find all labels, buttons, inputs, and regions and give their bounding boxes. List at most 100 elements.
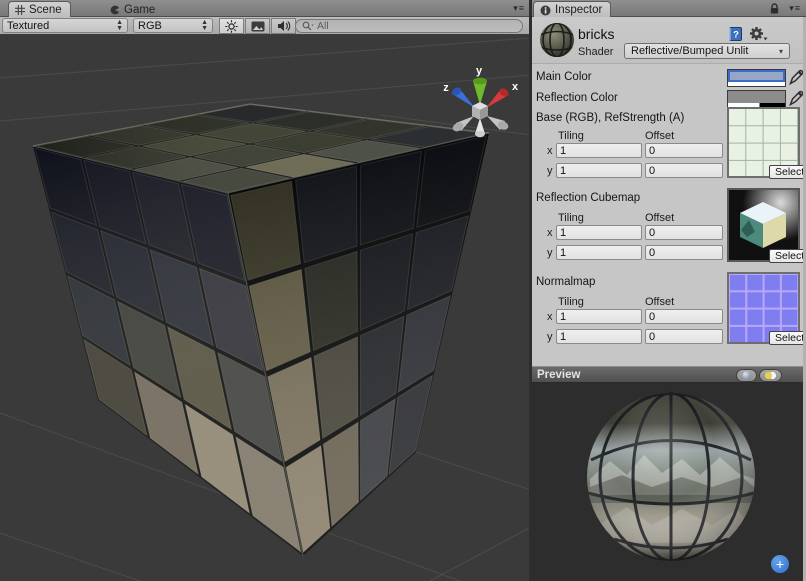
offset-header: Offset [645,296,674,308]
base-tiling-x-input[interactable] [556,143,642,158]
scene-tabstrip: Scene Game ▾≡ [0,0,531,17]
search-placeholder: All [317,20,329,32]
scene-search-field[interactable]: All [295,19,523,33]
info-icon [540,5,551,16]
scene-lighting-toggle[interactable] [219,18,244,34]
scene-panel-menu-icon[interactable]: ▾≡ [509,4,525,13]
main-color-swatch[interactable] [727,69,786,87]
base-section-title: Base (RGB), RefStrength (A) [536,112,684,124]
tiling-header: Tiling [558,212,584,224]
inspector-panel: Inspector ▾≡ [532,0,806,581]
lighting-icon [764,371,777,380]
tab-game[interactable]: Game [104,1,163,17]
eyedropper-icon[interactable] [789,90,804,106]
dropdown-arrows-icon: ▲▼ [201,20,208,32]
gizmo-z-axis[interactable] [450,86,475,108]
y-row-label: y [547,165,553,177]
cubemap-offset-x-input[interactable] [645,225,723,240]
normalmap-offset-y-input[interactable] [645,329,723,344]
scene-skybox-toggle[interactable] [245,18,270,34]
scene-gizmo[interactable]: y z x [430,50,530,145]
x-row-label: x [547,227,553,239]
base-tiling-y-input[interactable] [556,163,642,178]
main-color-fill [728,70,785,82]
shader-value: Reflective/Bumped Unlit [631,45,748,57]
lock-icon[interactable] [769,3,780,15]
gear-icon[interactable] [749,26,768,42]
speaker-icon [277,20,291,32]
gizmo-center-cube[interactable] [472,102,488,120]
eyedropper-icon[interactable] [789,69,804,85]
draw-mode-value: Textured [7,20,49,32]
shader-dropdown[interactable]: Reflective/Bumped Unlit ▾ [624,43,790,59]
normalmap-section-title: Normalmap [536,276,595,288]
tab-inspector[interactable]: Inspector [533,1,611,17]
reflection-color-swatch[interactable] [727,90,786,108]
offset-header: Offset [645,212,674,224]
cubemap-tiling-y-input[interactable] [556,245,642,260]
tiling-header: Tiling [558,130,584,142]
preview-header[interactable]: Preview [532,366,806,383]
scene-toolbar: Textured ▲▼ RGB ▲▼ [0,17,531,35]
sphere-icon [742,371,751,380]
offset-header: Offset [645,130,674,142]
game-icon [110,5,120,15]
preview-title: Preview [537,369,580,381]
image-icon [251,21,265,32]
tab-inspector-label: Inspector [555,4,602,16]
scene-viewport[interactable]: y z x [0,35,531,581]
y-row-label: y [547,331,553,343]
material-ball-thumbnail [539,22,575,58]
grid-icon [15,5,25,15]
shader-label: Shader [578,46,613,58]
help-icon[interactable]: ? [728,26,743,42]
render-channel-dropdown[interactable]: RGB ▲▼ [133,18,213,33]
gizmo-y-label: y [476,65,483,77]
inspector-tabstrip: Inspector ▾≡ [532,0,806,17]
gizmo-x-label: x [512,81,519,93]
sun-icon [225,20,238,33]
render-channel-value: RGB [138,20,162,32]
preview-sphere [532,383,806,581]
base-offset-y-input[interactable] [645,163,723,178]
reflection-color-label: Reflection Color [536,92,618,104]
add-button[interactable]: + [771,555,789,573]
search-icon [302,21,314,31]
svg-text:?: ? [733,30,739,41]
normalmap-offset-x-input[interactable] [645,309,723,324]
reflection-color-fill [728,91,785,103]
draw-mode-dropdown[interactable]: Textured ▲▼ [2,18,128,33]
material-preview-area[interactable] [532,383,806,581]
y-row-label: y [547,247,553,259]
unity-editor-window: Scene Game ▾≡ Textured ▲▼ RGB ▲▼ [0,0,806,581]
main-color-alpha-bar [728,82,785,86]
gizmo-x-axis[interactable] [486,87,510,108]
cubemap-tiling-x-input[interactable] [556,225,642,240]
cubemap-section-title: Reflection Cubemap [536,192,640,204]
cubemap-select-button[interactable]: Select [769,249,806,263]
dropdown-arrows-icon: ▲▼ [116,20,123,32]
tab-game-label: Game [124,4,155,16]
plus-icon: + [776,556,784,572]
inspector-panel-menu-icon[interactable]: ▾≡ [785,4,801,13]
material-name: bricks [578,26,615,42]
gizmo-z-label: z [443,82,449,94]
x-row-label: x [547,145,553,157]
normalmap-tiling-y-input[interactable] [556,329,642,344]
cubemap-offset-y-input[interactable] [645,245,723,260]
material-header: bricks Shader Reflective/Bumped Unlit ▾ … [532,17,806,64]
preview-mesh-button[interactable] [736,369,757,382]
tab-scene[interactable]: Scene [8,1,71,17]
base-texture-select-button[interactable]: Select [769,165,806,179]
base-offset-x-input[interactable] [645,143,723,158]
tiling-header: Tiling [558,296,584,308]
scene-audio-toggle[interactable] [271,18,296,34]
x-row-label: x [547,311,553,323]
preview-lighting-button[interactable] [759,369,782,382]
normalmap-tiling-x-input[interactable] [556,309,642,324]
tab-scene-label: Scene [29,4,62,16]
chevron-down-icon: ▾ [779,47,783,56]
normalmap-select-button[interactable]: Select [769,331,806,345]
gizmo-y-axis[interactable] [473,78,487,105]
main-color-label: Main Color [536,71,592,83]
